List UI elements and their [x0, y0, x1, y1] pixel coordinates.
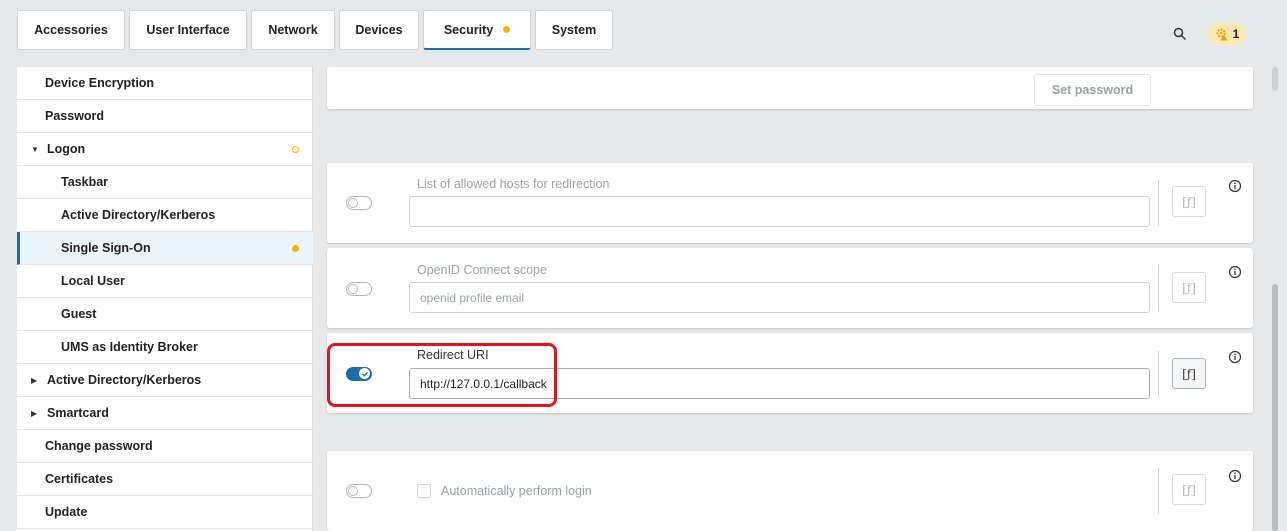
openid-scope-input[interactable]: openid profile email — [409, 282, 1150, 313]
tab-network[interactable]: Network — [251, 10, 335, 50]
gear-warning-icon — [1216, 28, 1228, 41]
sidebar-item-label: Password — [45, 109, 105, 123]
sidebar-item-label: Device Encryption — [45, 76, 155, 90]
sidebar-item-single-sign-on[interactable]: Single Sign-On — [17, 232, 313, 265]
sidebar-item-device-encryption[interactable]: Device Encryption — [17, 67, 313, 100]
caret-right-icon: ▶ — [31, 408, 38, 418]
auto-login-checkbox[interactable] — [417, 484, 431, 498]
scrollbar-thumb[interactable] — [1272, 284, 1278, 531]
sidebar-item-label: Logon — [47, 142, 86, 156]
notification-badge[interactable]: 1 — [1208, 23, 1246, 45]
tab-security[interactable]: Security — [423, 10, 531, 50]
tab-accessories[interactable]: Accessories — [17, 10, 125, 50]
divider — [1158, 468, 1159, 514]
toggle-knob — [348, 197, 358, 208]
sidebar-item-password[interactable]: Password — [17, 100, 313, 133]
allowed-hosts-input[interactable] — [409, 196, 1150, 227]
sidebar-item-change-password[interactable]: Change password — [17, 430, 313, 463]
allowed-hosts-card: List of allowed hosts for redirection [ƒ… — [327, 163, 1253, 243]
sidebar-item-label: Smartcard — [47, 406, 109, 420]
sidebar-item-active-directory[interactable]: Active Directory/Kerberos — [17, 199, 313, 232]
info-icon[interactable] — [1228, 350, 1242, 364]
set-password-button[interactable]: Set password — [1034, 74, 1151, 106]
sidebar-item-label: Guest — [61, 307, 97, 321]
sidebar-item-certificates[interactable]: Certificates — [17, 463, 313, 496]
tab-system[interactable]: System — [535, 10, 613, 50]
tab-label: User Interface — [146, 23, 230, 37]
sidebar-item-smartcard[interactable]: ▶ Smartcard — [17, 397, 313, 430]
tab-devices[interactable]: Devices — [339, 10, 419, 50]
tab-label: System — [551, 23, 597, 37]
sidebar: Device Encryption Password ▼ Logon Taskba… — [17, 67, 313, 531]
info-icon[interactable] — [1228, 265, 1242, 279]
search-icon[interactable] — [1173, 27, 1187, 41]
tab-label: Network — [268, 23, 318, 37]
allowed-hosts-toggle[interactable] — [346, 196, 372, 210]
info-icon[interactable] — [1228, 179, 1242, 193]
function-button[interactable]: [ƒ] — [1172, 272, 1206, 303]
sidebar-item-label: Local User — [61, 274, 125, 288]
sidebar-item-label: Update — [45, 505, 88, 519]
toggle-knob — [359, 368, 370, 379]
main-content: Set password List of allowed hosts for r… — [313, 67, 1269, 531]
sidebar-item-guest[interactable]: Guest — [17, 298, 313, 331]
sidebar-item-label: Active Directory/Kerberos — [61, 208, 216, 222]
changed-indicator — [292, 146, 299, 153]
field-label: OpenID Connect scope — [417, 263, 547, 277]
top-tab-bar: Accessories User Interface Network Devic… — [0, 0, 1287, 62]
tab-label: Security — [443, 22, 494, 37]
auto-login-toggle[interactable] — [346, 484, 372, 498]
checkbox-label: Automatically perform login — [441, 484, 592, 498]
tab-user-interface[interactable]: User Interface — [129, 10, 247, 50]
redirect-uri-input[interactable]: http://127.0.0.1/callback — [409, 368, 1150, 399]
sidebar-item-label: Taskbar — [61, 175, 109, 189]
caret-right-icon: ▶ — [31, 375, 38, 385]
sidebar-item-local-user[interactable]: Local User — [17, 265, 313, 298]
sidebar-item-label: UMS as Identity Broker — [61, 340, 198, 354]
toggle-knob — [348, 283, 358, 294]
field-label: List of allowed hosts for redirection — [417, 177, 610, 191]
openid-scope-toggle[interactable] — [346, 282, 372, 296]
function-button[interactable]: [ƒ] — [1172, 474, 1206, 505]
sidebar-item-label: Active Directory/Kerberos — [47, 373, 202, 387]
changed-indicator — [292, 245, 299, 252]
caret-down-icon: ▼ — [31, 144, 39, 154]
field-label: Redirect URI — [417, 348, 489, 362]
sidebar-item-logon[interactable]: ▼ Logon — [17, 133, 313, 166]
button-label: Set password — [1051, 83, 1134, 97]
sidebar-item-label: Single Sign-On — [61, 241, 151, 255]
openid-scope-card: OpenID Connect scope openid profile emai… — [327, 248, 1253, 328]
divider — [1158, 265, 1159, 311]
sidebar-item-label: Change password — [45, 439, 153, 453]
toggle-knob — [348, 485, 358, 496]
password-card: Set password — [327, 67, 1253, 109]
notification-count: 1 — [1232, 27, 1240, 41]
sidebar-item-active-directory-kerberos[interactable]: ▶ Active Directory/Kerberos — [17, 364, 313, 397]
function-button[interactable]: [ƒ] — [1172, 358, 1206, 389]
divider — [1158, 180, 1159, 226]
sidebar-item-label: Certificates — [45, 472, 114, 486]
divider — [1158, 351, 1159, 397]
check-icon — [361, 371, 368, 377]
redirect-uri-toggle[interactable] — [346, 367, 372, 381]
tab-label: Devices — [355, 23, 403, 37]
auto-login-card: Automatically perform login [ƒ] — [327, 451, 1253, 531]
tab-label: Accessories — [34, 23, 108, 37]
tab-changed-indicator — [503, 26, 511, 33]
info-icon[interactable] — [1228, 469, 1242, 483]
redirect-uri-card: Redirect URI http://127.0.0.1/callback [… — [327, 333, 1253, 413]
function-button[interactable]: [ƒ] — [1172, 186, 1206, 217]
sidebar-item-ums-identity-broker[interactable]: UMS as Identity Broker — [17, 331, 313, 364]
sidebar-item-update[interactable]: Update — [17, 496, 313, 529]
scrollbar-upper-segment — [1272, 67, 1278, 91]
sidebar-item-taskbar[interactable]: Taskbar — [17, 166, 313, 199]
